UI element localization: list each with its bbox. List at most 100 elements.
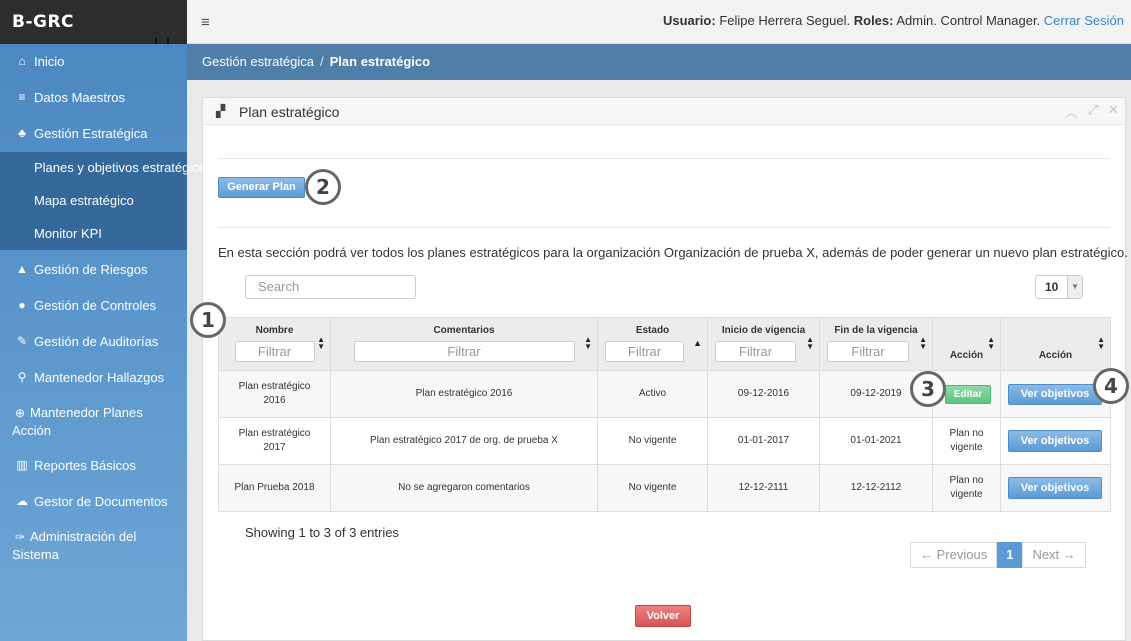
filter-input-fin[interactable]: Filtrar (827, 341, 909, 362)
column-header-nombre[interactable]: Nombre Filtrar ▲ ▼ (218, 317, 331, 371)
breadcrumb-separator: / (320, 54, 324, 69)
column-label: Comentarios (433, 325, 495, 336)
column-label: Acción (1038, 350, 1073, 361)
page-size-select[interactable]: 10 ▼ (1035, 275, 1083, 299)
breadcrumb-parent[interactable]: Gestión estratégica (202, 54, 314, 69)
puzzle-icon: ▞ (216, 104, 226, 118)
cell-inicio: 01-01-2017 (707, 417, 820, 465)
column-header-inicio[interactable]: Inicio de vigencia Filtrar ▲ ▼ (707, 317, 820, 371)
panel-title: Plan estratégico (239, 104, 340, 120)
sort-icon: ▲ ▼ (919, 335, 927, 351)
list-icon: ≡ (18, 90, 26, 104)
sidebar-item-label: Administración del Sistema (12, 529, 137, 562)
column-header-accion-1[interactable]: Acción ▲ ▼ (932, 317, 1001, 371)
brand-logo: B-GRC (0, 0, 187, 44)
filter-input-comentarios[interactable]: Filtrar (353, 341, 575, 362)
sidebar-item-label: Gestión de Riesgos (34, 261, 148, 277)
table-row: Plan Prueba 2018 No se agregaron comenta… (218, 464, 1111, 512)
sidebar-item-auditorias[interactable]: ✎ Gestión de Auditorías (0, 332, 187, 350)
pagination: ← Previous 1 Next → (910, 542, 1086, 568)
column-header-estado[interactable]: Estado Filtrar ▲ (597, 317, 708, 371)
sidebar-item-documentos[interactable]: ☁ Gestor de Documentos (0, 492, 187, 510)
column-label: Estado (635, 325, 670, 336)
pagination-previous[interactable]: ← Previous (910, 542, 998, 568)
sidebar-item-administracion[interactable]: ✑ Administración del Sistema (0, 528, 150, 564)
filter-input-nombre[interactable]: Filtrar (234, 341, 315, 362)
page-size-value: 10 (1045, 280, 1059, 294)
sidebar-item-planes-accion[interactable]: ⊕ Mantenedor Planes Acción (0, 404, 160, 440)
sidebar-item-reportes[interactable]: ▥ Reportes Básicos (0, 456, 187, 474)
callout-badge-2: 2 (305, 169, 341, 205)
callout-badge-4: 4 (1093, 368, 1129, 404)
home-icon: ⌂ (18, 54, 26, 68)
search-icon: ⚲ (17, 370, 27, 384)
sort-icon: ▲ ▼ (584, 335, 592, 351)
sidebar-item-datos-maestros[interactable]: ≡ Datos Maestros (0, 88, 187, 106)
divider (218, 227, 1110, 228)
breadcrumb: Gestión estratégica / Plan estratégico (187, 44, 1131, 80)
sort-icon: ▲ ▼ (806, 335, 814, 351)
expand-icon[interactable]: ⤢ (1088, 102, 1098, 121)
chevron-down-icon: ▼ (1067, 276, 1082, 298)
sidebar-item-label: Gestor de Documentos (34, 493, 168, 509)
sidebar-item-label: Gestión de Auditorías (34, 333, 159, 349)
edit-button[interactable]: Editar (945, 385, 991, 404)
sidebar-item-inicio[interactable]: ⌂ Inicio (0, 52, 187, 70)
cell-fin: 01-01-2021 (819, 417, 933, 465)
roles-value: Admin. Control Manager. (896, 13, 1041, 28)
submenu-item-planes[interactable]: Planes y objetivos estratégicos (34, 160, 212, 175)
close-icon[interactable]: ✕ (1108, 102, 1119, 121)
user-name: Felipe Herrera Seguel. (719, 13, 851, 28)
divider (218, 158, 1110, 159)
submenu-item-mapa[interactable]: Mapa estratégico (34, 193, 134, 208)
menu-toggle-icon[interactable]: ≡ (201, 14, 210, 31)
plan-panel: ▞ Plan estratégico ︿ ⤢ ✕ Generar Plan En… (202, 97, 1128, 641)
view-objectives-button[interactable]: Ver objetivos (1008, 430, 1102, 452)
sidebar-item-controles[interactable]: ● Gestión de Controles (0, 296, 187, 314)
user-info: Usuario: Felipe Herrera Seguel. Roles: A… (663, 13, 1124, 28)
sidebar-item-gestion-estrategica[interactable]: ♣ Gestión Estratégica (0, 124, 187, 142)
column-label: Acción (949, 350, 984, 361)
brand-text: B-GRC (12, 12, 75, 32)
collapse-icon[interactable]: ︿ (1065, 102, 1078, 121)
wrench-icon: ✑ (14, 530, 26, 544)
view-objectives-button[interactable]: Ver objetivos (1008, 477, 1102, 499)
view-objectives-button[interactable]: Ver objetivos (1008, 384, 1102, 405)
submenu-item-monitor-kpi[interactable]: Monitor KPI (34, 226, 102, 241)
sidebar: B-GRC ⌂ Inicio ≡ Datos Maestros ♣ Gestión E… (0, 0, 212, 641)
sidebar-submenu: Planes y objetivos estratégicos Mapa est… (0, 152, 212, 250)
sort-asc-icon: ▲ (693, 338, 702, 348)
cell-comentarios: No se agregaron comentarios (330, 464, 598, 512)
sidebar-item-label: Mantenedor Hallazgos (34, 369, 165, 385)
logout-link[interactable]: Cerrar Sesión (1044, 13, 1124, 28)
plus-circle-icon: ⊕ (14, 406, 26, 420)
check-circle-icon: ● (18, 298, 26, 312)
callout-badge-3: 3 (910, 371, 946, 407)
cell-comentarios: Plan estratégico 2017 de org. de prueba … (330, 417, 598, 465)
sidebar-item-label: Mantenedor Planes Acción (12, 405, 143, 438)
filter-input-estado[interactable]: Filtrar (605, 341, 684, 362)
pagination-page-1[interactable]: 1 (997, 542, 1023, 568)
edit-icon: ✎ (16, 334, 28, 348)
sidebar-item-riesgos[interactable]: ▲ Gestión de Riesgos (0, 260, 187, 278)
panel-header: ▞ Plan estratégico ︿ ⤢ ✕ (203, 98, 1125, 125)
column-header-fin[interactable]: Fin de la vigencia Filtrar ▲ ▼ (819, 317, 933, 371)
sidebar-item-label: Gestión de Controles (34, 297, 157, 313)
filter-input-inicio[interactable]: Filtrar (715, 341, 796, 362)
panel-tools: ︿ ⤢ ✕ (1065, 102, 1119, 121)
top-bar: ≡ Usuario: Felipe Herrera Seguel. Roles:… (187, 0, 1131, 44)
pagination-next[interactable]: Next → (1022, 542, 1086, 568)
cell-estado: Activo (597, 370, 708, 418)
sitemap-icon: ♣ (18, 126, 26, 140)
column-header-accion-2[interactable]: Acción ▲ ▼ (1000, 317, 1111, 371)
plans-table: Nombre Filtrar ▲ ▼ Comentarios Filtrar ▲ ▼ Est… (218, 317, 1111, 512)
cell-accion-2: Ver objetivos (1000, 417, 1111, 465)
sidebar-item-hallazgos[interactable]: ⚲ Mantenedor Hallazgos (0, 368, 187, 386)
column-header-comentarios[interactable]: Comentarios Filtrar ▲ ▼ (330, 317, 598, 371)
sidebar-item-label: Datos Maestros (34, 89, 126, 105)
sort-icon: ▲ ▼ (987, 335, 995, 351)
cell-accion-2: Ver objetivos (1000, 464, 1111, 512)
generate-plan-button[interactable]: Generar Plan (218, 177, 305, 198)
back-button[interactable]: Volver (635, 605, 691, 627)
search-input[interactable]: Search (245, 275, 416, 299)
